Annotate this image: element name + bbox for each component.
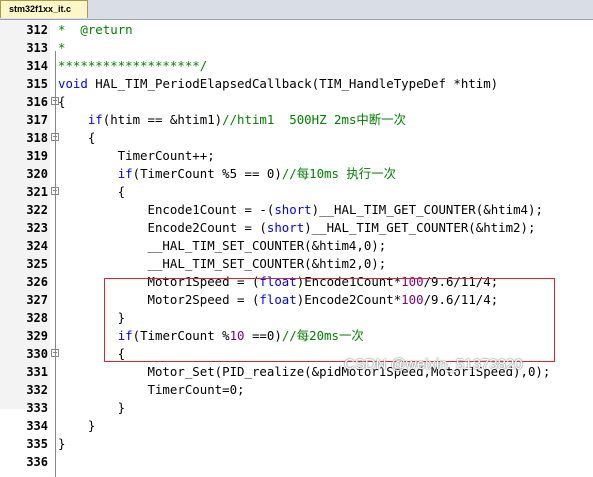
line-number: 315 xyxy=(26,77,48,91)
line-number: 320 xyxy=(26,167,48,181)
editor-tab-bar: stm32f1xx_it.c xyxy=(0,0,593,20)
line-number: 336 xyxy=(26,455,48,469)
comment-token: * xyxy=(58,40,66,55)
code-text: TimerCount++; xyxy=(58,147,215,165)
code-line[interactable]: 313 * xyxy=(0,39,593,57)
code-text: } xyxy=(58,399,125,417)
code-token: __HAL_TIM_SET_COUNTER(&htim4,0); xyxy=(58,238,387,253)
code-line[interactable]: 321 { xyxy=(0,183,593,201)
line-number: 329 xyxy=(26,329,48,343)
code-line[interactable]: 333 } xyxy=(0,399,593,417)
code-text: * @return xyxy=(58,21,133,39)
code-text: Encode1Count = -(short)__HAL_TIM_GET_COU… xyxy=(58,201,543,219)
code-token: TimerCount++; xyxy=(58,148,215,163)
code-text: __HAL_TIM_SET_COUNTER(&htim2,0); xyxy=(58,255,387,273)
line-number: 327 xyxy=(26,293,48,307)
code-line[interactable]: 325 __HAL_TIM_SET_COUNTER(&htim2,0); xyxy=(0,255,593,273)
file-tab[interactable]: stm32f1xx_it.c xyxy=(0,0,88,18)
code-text: if(TimerCount %5 == 0)//每10ms 执行一次 xyxy=(58,165,396,183)
line-number: 321 xyxy=(26,185,48,199)
code-text: { xyxy=(58,93,65,111)
line-number: 328 xyxy=(26,311,48,325)
line-number: 312 xyxy=(26,23,48,37)
code-text: } xyxy=(58,435,65,453)
code-line[interactable]: 336 xyxy=(0,453,593,471)
line-number: 316 xyxy=(26,95,48,109)
code-text: __HAL_TIM_SET_COUNTER(&htim4,0); xyxy=(58,237,387,255)
keyword-token: if xyxy=(87,112,103,127)
line-number: 335 xyxy=(26,437,48,451)
line-number: 322 xyxy=(26,203,48,217)
code-text: Encode2Count = (short)__HAL_TIM_GET_COUN… xyxy=(58,219,536,237)
code-line[interactable]: 319 TimerCount++; xyxy=(0,147,593,165)
code-line[interactable]: 317 if(htim == &htim1)//htim1 500HZ 2ms中… xyxy=(0,111,593,129)
code-line[interactable]: 316 { xyxy=(0,93,593,111)
comment-token: //每10ms 执行一次 xyxy=(281,166,396,181)
code-line[interactable]: 315 void HAL_TIM_PeriodElapsedCallback(TI… xyxy=(0,75,593,93)
code-token: (TimerCount %5 == 0) xyxy=(132,166,282,181)
comment-token: * xyxy=(58,22,81,37)
code-line[interactable]: 324 __HAL_TIM_SET_COUNTER(&htim4,0); xyxy=(0,237,593,255)
highlight-annotation-box xyxy=(104,278,555,362)
code-line[interactable]: 312 * @return xyxy=(0,21,593,39)
line-number: 318 xyxy=(26,131,48,145)
line-number: 331 xyxy=(26,365,48,379)
keyword-token: if xyxy=(117,166,133,181)
code-text: { xyxy=(58,183,125,201)
code-token: HAL_TIM_PeriodElapsedCallback(TIM_Handle… xyxy=(87,76,499,91)
line-number: 332 xyxy=(26,383,48,397)
code-token: )__HAL_TIM_GET_COUNTER(&htim4); xyxy=(311,202,543,217)
code-line[interactable]: 322 Encode1Count = -(short)__HAL_TIM_GET… xyxy=(0,201,593,219)
line-number: 323 xyxy=(26,221,48,235)
code-token: { xyxy=(58,130,96,145)
code-line[interactable]: 334 } xyxy=(0,417,593,435)
code-text: { xyxy=(58,129,95,147)
code-line[interactable]: 323 Encode2Count = (short)__HAL_TIM_GET_… xyxy=(0,219,593,237)
code-token: { xyxy=(58,94,66,109)
code-line[interactable]: 335} xyxy=(0,435,593,453)
line-number: 324 xyxy=(26,239,48,253)
line-number: 326 xyxy=(26,275,48,289)
code-token: TimerCount=0; xyxy=(58,382,245,397)
code-text: } xyxy=(58,417,95,435)
keyword-token: short xyxy=(274,202,312,217)
code-line[interactable]: 314 *******************/ xyxy=(0,57,593,75)
line-number: 317 xyxy=(26,113,48,127)
line-number: 314 xyxy=(26,59,48,73)
code-line[interactable]: 318 { xyxy=(0,129,593,147)
code-token: } xyxy=(58,418,96,433)
comment-token: *******************/ xyxy=(58,58,208,73)
keyword-token: void xyxy=(58,76,88,91)
code-text: if(htim == &htim1)//htim1 500HZ 2ms中断一次 xyxy=(58,111,406,129)
code-line[interactable]: 332 TimerCount=0; xyxy=(0,381,593,399)
code-token: { xyxy=(58,184,126,199)
line-number: 334 xyxy=(26,419,48,433)
code-text: * xyxy=(58,39,65,57)
line-number: 330 xyxy=(26,347,48,361)
keyword-token: short xyxy=(266,220,305,235)
watermark: CSDN @weixin_51373820 xyxy=(344,356,523,373)
code-line[interactable]: 320 if(TimerCount %5 == 0)//每10ms 执行一次 xyxy=(0,165,593,183)
fold-guide-line xyxy=(55,159,56,441)
line-number: 325 xyxy=(26,257,48,271)
code-token: } xyxy=(58,400,126,415)
code-text: void HAL_TIM_PeriodElapsedCallback(TIM_H… xyxy=(58,75,498,93)
code-text: *******************/ xyxy=(58,57,207,75)
comment-token: //htim1 500HZ 2ms中断一次 xyxy=(222,112,406,127)
code-token: } xyxy=(58,436,66,451)
code-token: Encode1Count = -( xyxy=(58,202,275,217)
line-number: 319 xyxy=(26,149,48,163)
code-token: (htim == &htim1) xyxy=(102,112,223,127)
code-token: __HAL_TIM_SET_COUNTER(&htim2,0); xyxy=(58,256,387,271)
code-token: )__HAL_TIM_GET_COUNTER(&htim2); xyxy=(304,220,536,235)
code-editor[interactable]: 312 * @return 313 * 314 *******************/3… xyxy=(0,20,593,477)
line-number: 313 xyxy=(26,41,48,55)
code-text: TimerCount=0; xyxy=(58,381,245,399)
code-token: Encode2Count = ( xyxy=(58,220,267,235)
line-number: 333 xyxy=(26,401,48,415)
comment-token: @return xyxy=(80,22,133,37)
